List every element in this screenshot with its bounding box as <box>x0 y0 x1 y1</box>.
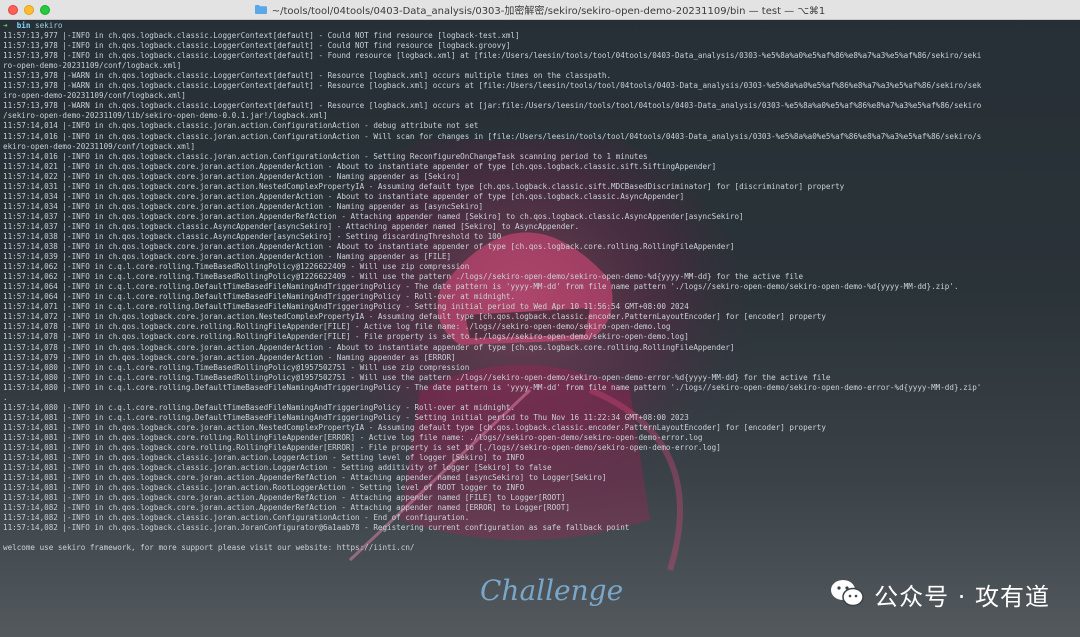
log-line: 11:57:14,082 |-INFO in ch.qos.logback.cl… <box>3 523 630 533</box>
log-line: 11:57:14,080 |-INFO in c.q.l.core.rollin… <box>3 372 831 382</box>
log-line: 11:57:13,978 |-WARN in ch.qos.logback.cl… <box>3 81 982 91</box>
log-line: 11:57:14,022 |-INFO in ch.qos.logback.co… <box>3 171 461 181</box>
log-line: 11:57:14,081 |-INFO in ch.qos.logback.cl… <box>3 453 525 463</box>
log-line: 11:57:13,978 |-WARN in ch.qos.logback.cl… <box>3 71 612 81</box>
log-line: 11:57:14,081 |-INFO in ch.qos.logback.cl… <box>3 463 552 473</box>
terminal-output[interactable]: ➜ bin sekiro 11:57:13,977 |-INFO in ch.q… <box>3 21 1080 637</box>
title-bar[interactable]: ~/tools/tool/04tools/0403-Data_analysis/… <box>0 0 1080 20</box>
wechat-icon <box>830 579 864 611</box>
log-line: 11:57:14,078 |-INFO in ch.qos.logback.co… <box>3 332 689 342</box>
log-line: 11:57:14,081 |-INFO in c.q.l.core.rollin… <box>3 412 689 422</box>
log-line: 11:57:14,034 |-INFO in ch.qos.logback.co… <box>3 191 685 201</box>
shell-prompt: ➜ bin sekiro <box>3 21 1080 31</box>
log-line: 11:57:14,080 |-INFO in c.q.l.core.rollin… <box>3 362 470 372</box>
log-line: 11:57:14,034 |-INFO in ch.qos.logback.co… <box>3 201 484 211</box>
log-line: 11:57:14,021 |-INFO in ch.qos.logback.co… <box>3 161 717 171</box>
log-line: 11:57:14,062 |-INFO in c.q.l.core.rollin… <box>3 262 470 272</box>
log-line: 11:57:14,081 |-INFO in ch.qos.logback.co… <box>3 422 826 432</box>
zoom-button[interactable] <box>40 5 50 15</box>
log-line: 11:57:14,078 |-INFO in ch.qos.logback.co… <box>3 322 671 332</box>
log-line: ekiro-open-demo-20231109/conf/logback.xm… <box>3 141 196 151</box>
folder-icon <box>254 5 267 14</box>
log-line: . <box>3 392 8 402</box>
log-line: 11:57:14,062 |-INFO in c.q.l.core.rollin… <box>3 272 804 282</box>
log-line: 11:57:14,037 |-INFO in ch.qos.logback.co… <box>3 211 744 221</box>
log-line: 11:57:14,078 |-INFO in ch.qos.logback.co… <box>3 342 735 352</box>
log-line: 11:57:13,978 |-WARN in ch.qos.logback.cl… <box>3 101 982 111</box>
log-line: iro-open-demo-20231109/conf/logback.xml] <box>3 91 186 101</box>
window-title: ~/tools/tool/04tools/0403-Data_analysis/… <box>271 6 826 17</box>
log-line: 11:57:14,038 |-INFO in ch.qos.logback.cl… <box>3 231 502 241</box>
log-line: 11:57:14,081 |-INFO in ch.qos.logback.cl… <box>3 483 525 493</box>
prompt-command: sekiro <box>35 21 63 30</box>
log-line: 11:57:14,081 |-INFO in ch.qos.logback.co… <box>3 432 703 442</box>
prompt-arrow: ➜ <box>3 21 8 30</box>
log-line: 11:57:13,977 |-INFO in ch.qos.logback.cl… <box>3 31 520 41</box>
log-line: welcome use sekiro framework, for more s… <box>3 543 415 553</box>
log-line: 11:57:14,081 |-INFO in ch.qos.logback.co… <box>3 473 607 483</box>
log-line: 11:57:14,082 |-INFO in ch.qos.logback.co… <box>3 503 570 513</box>
terminal-window: ~/tools/tool/04tools/0403-Data_analysis/… <box>0 0 1080 637</box>
window-title-group: ~/tools/tool/04tools/0403-Data_analysis/… <box>254 2 826 17</box>
log-line: 11:57:14,039 |-INFO in ch.qos.logback.co… <box>3 252 452 262</box>
log-line: 11:57:14,080 |-INFO in c.q.l.core.rollin… <box>3 382 982 392</box>
close-button[interactable] <box>8 5 18 15</box>
log-line: 11:57:14,081 |-INFO in ch.qos.logback.co… <box>3 442 721 452</box>
log-line: ro-open-demo-20231109/conf/logback.xml] <box>3 61 182 71</box>
log-line: 11:57:14,031 |-INFO in ch.qos.logback.co… <box>3 181 845 191</box>
traffic-lights <box>8 5 50 15</box>
log-line: 11:57:14,081 |-INFO in ch.qos.logback.co… <box>3 493 566 503</box>
log-line: 11:57:13,978 |-INFO in ch.qos.logback.cl… <box>3 41 511 51</box>
wechat-watermark: 公众号 · 攻有道 <box>830 577 1050 612</box>
challenge-signature: Challenge <box>480 574 624 607</box>
log-line: 11:57:14,038 |-INFO in ch.qos.logback.co… <box>3 242 735 252</box>
log-line: 11:57:14,016 |-INFO in ch.qos.logback.cl… <box>3 131 982 141</box>
prompt-directory: bin <box>16 21 31 30</box>
log-line: 11:57:14,016 |-INFO in ch.qos.logback.cl… <box>3 151 648 161</box>
log-line: 11:57:14,064 |-INFO in c.q.l.core.rollin… <box>3 292 516 302</box>
log-line: 11:57:14,080 |-INFO in c.q.l.core.rollin… <box>3 402 516 412</box>
log-line: 11:57:14,079 |-INFO in ch.qos.logback.co… <box>3 352 456 362</box>
log-line: 11:57:13,978 |-INFO in ch.qos.logback.cl… <box>3 51 982 61</box>
minimize-button[interactable] <box>24 5 34 15</box>
log-line: 11:57:14,071 |-INFO in c.q.l.core.rollin… <box>3 302 689 312</box>
log-line: 11:57:14,072 |-INFO in ch.qos.logback.co… <box>3 312 826 322</box>
log-line: 11:57:14,014 |-INFO in ch.qos.logback.cl… <box>3 121 479 131</box>
watermark-text: 公众号 · 攻有道 <box>874 583 1050 611</box>
log-line: /sekiro-open-demo-20231109/lib/sekiro-op… <box>3 111 328 121</box>
log-line: 11:57:14,064 |-INFO in c.q.l.core.rollin… <box>3 282 959 292</box>
log-line: 11:57:14,037 |-INFO in ch.qos.logback.cl… <box>3 221 580 231</box>
log-line: 11:57:14,082 |-INFO in ch.qos.logback.cl… <box>3 513 470 523</box>
